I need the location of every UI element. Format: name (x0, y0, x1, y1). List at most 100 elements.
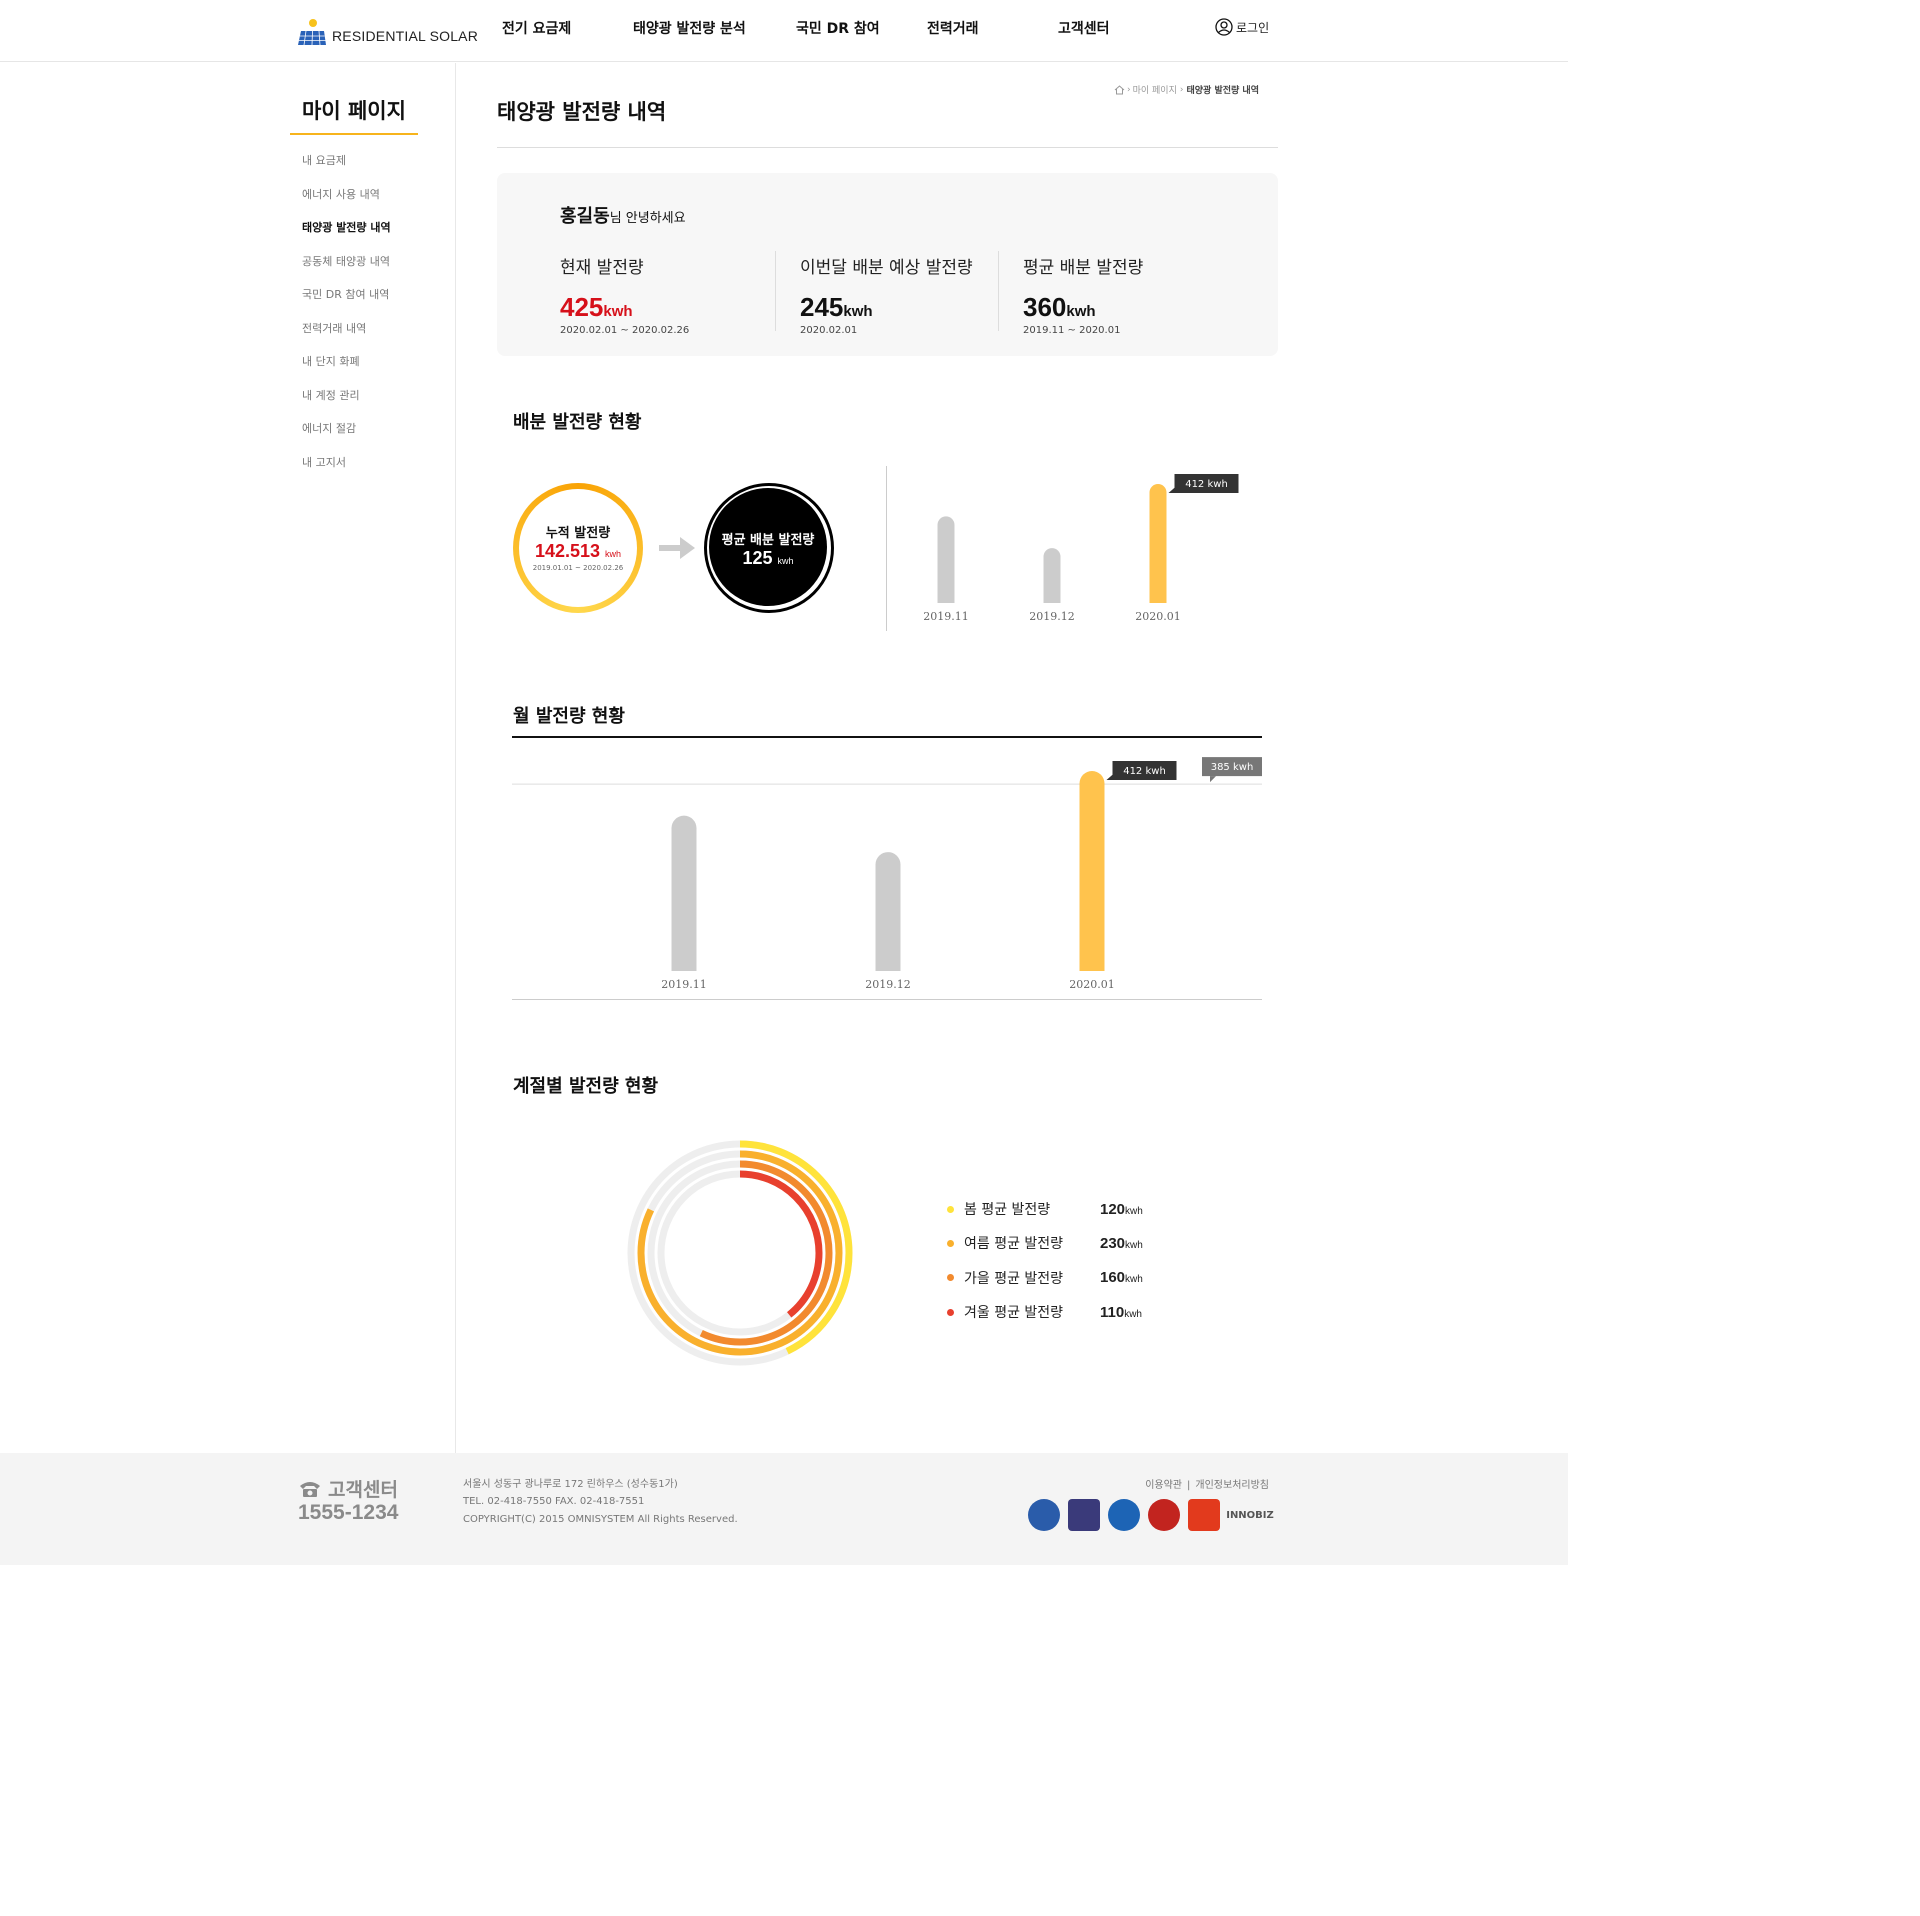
user-name: 홍길동 (560, 206, 610, 227)
chart-divider (886, 466, 887, 631)
cumulative-value: 142.513 kwh (534, 541, 622, 561)
bar-base (1079, 958, 1105, 971)
terms-link[interactable]: 이용약관 (1145, 1480, 1182, 1491)
stat-average: 평균 배분 발전량 360kwh 2019.11 ~ 2020.01 (1023, 253, 1143, 336)
legend-label: 봄 평균 발전량 (964, 1202, 1051, 1219)
cert-logo-1 (1028, 1499, 1060, 1531)
summary-box: 홍길동님 안녕하세요 현재 발전량 425kwh 2020.02.01 ~ 20… (497, 173, 1278, 356)
data-label: 412 kwh (1123, 766, 1166, 777)
legend-dot (947, 1308, 954, 1316)
bar (1149, 484, 1167, 603)
legend-dot (947, 1239, 954, 1247)
privacy-link[interactable]: 개인정보처리방침 (1195, 1480, 1269, 1491)
legend-label: 여름 평균 발전량 (964, 1236, 1064, 1253)
user-icon (1215, 18, 1233, 36)
bar (1079, 771, 1105, 971)
cert-logo-4 (1148, 1499, 1180, 1531)
bar (875, 852, 901, 971)
average-circle: 평균 배분 발전량 125 kwh (704, 483, 834, 613)
chart-baseline (512, 999, 1262, 1000)
cert-logos: INNOBIZ (1028, 1499, 1274, 1531)
average-value: 125 kwh (742, 548, 794, 568)
tick-label: 2019.11 (661, 978, 707, 991)
bar-base (875, 958, 901, 971)
legend-dot (947, 1205, 954, 1213)
legend-item-spring: 봄 평균 발전량 120kwh (947, 1192, 1143, 1226)
legend-value: 160kwh (1100, 1269, 1143, 1287)
sidebar-title-underline (290, 133, 418, 135)
tick-label: 2019.12 (865, 978, 911, 991)
chart-top-rule (512, 736, 1262, 738)
tooltip-tail (1106, 773, 1115, 780)
nav-solar-analysis[interactable]: 태양광 발전량 분석 (633, 18, 746, 38)
stat-separator (998, 251, 999, 331)
sidebar-item-bill[interactable]: 내 고지서 (302, 454, 391, 488)
company-info: 서울시 성동구 광나루로 172 린하우스 (성수동1가) TEL. 02-41… (463, 1477, 738, 1529)
distribution-bar-chart: 2019.11 2019.12 2020.01 412 kwh (923, 474, 1239, 623)
sidebar-item-rate-plan[interactable]: 내 요금제 (302, 152, 391, 186)
breadcrumb-parent[interactable]: 마이 페이지 (1133, 83, 1177, 96)
stat-label: 평균 배분 발전량 (1023, 258, 1144, 278)
nav-rate-plan[interactable]: 전기 요금제 (502, 18, 571, 38)
section-title-distribution: 배분 발전량 현황 (513, 412, 642, 433)
bar (671, 815, 697, 971)
stat-date: 2020.02.01 ~ 2020.02.26 (560, 325, 690, 336)
legend-item-winter: 겨울 평균 발전량 110kwh (947, 1295, 1143, 1329)
site-footer: 고객센터 1555-1234 서울시 성동구 광나루로 172 린하우스 (성수… (0, 1453, 1568, 1565)
stat-value: 360kwh (1023, 292, 1096, 322)
cert-logo-2 (1068, 1499, 1100, 1531)
cumulative-date: 2019.01.01 ~ 2020.02.26 (532, 564, 624, 572)
tick-label: 2020.01 (1135, 610, 1181, 623)
sidebar-divider (455, 63, 456, 1453)
sidebar-menu: 내 요금제 에너지 사용 내역 태양광 발전량 내역 공동체 태양광 내역 국민… (302, 152, 391, 487)
stat-date: 2020.02.01 (800, 325, 858, 336)
average-label: 평균 배분 발전량 (721, 533, 815, 548)
stat-current: 현재 발전량 425kwh 2020.02.01 ~ 2020.02.26 (560, 253, 689, 336)
reference-tooltip-tail (1210, 776, 1216, 783)
nav-dr-participation[interactable]: 국민 DR 참여 (796, 18, 880, 38)
tick-label: 2019.11 (923, 610, 969, 623)
reference-label: 385 kwh (1211, 762, 1254, 773)
cert-logo-5 (1188, 1499, 1220, 1531)
tick-label: 2019.12 (1029, 610, 1075, 623)
legend-label: 가을 평균 발전량 (964, 1270, 1064, 1287)
sidebar-item-trading-history[interactable]: 전력거래 내역 (302, 320, 391, 354)
monthly-bar-chart: 385 kwh 2019.11 2019.12 2020.01 412 kwh (512, 736, 1262, 1000)
nav-customer-center[interactable]: 고객센터 (1058, 18, 1110, 38)
bar-base (1043, 594, 1061, 603)
site-header: RESIDENTIAL SOLAR 전기 요금제 태양광 발전량 분석 국민 D… (0, 0, 1568, 62)
stat-expected: 이번달 배분 예상 발전량 245kwh 2020.02.01 (800, 253, 973, 336)
seasonal-legend: 봄 평균 발전량 120kwh 여름 평균 발전량 230kwh 가을 평균 발… (947, 1192, 1143, 1329)
sidebar-item-currency[interactable]: 내 단지 화폐 (302, 353, 391, 387)
legend-value: 110kwh (1100, 1303, 1142, 1321)
seasonal-ring-chart (627, 1140, 853, 1366)
tooltip-tail (1168, 486, 1177, 493)
phone-icon (300, 1481, 320, 1497)
login-button[interactable]: 로그인 (1215, 18, 1269, 36)
nav-power-trading[interactable]: 전력거래 (927, 18, 979, 38)
legend-item-summer: 여름 평균 발전량 230kwh (947, 1226, 1143, 1260)
link-separator: | (1187, 1480, 1191, 1491)
sidebar-item-community-solar[interactable]: 공동체 태양광 내역 (302, 253, 391, 287)
main-nav: 전기 요금제 태양광 발전량 분석 국민 DR 참여 전력거래 고객센터 (0, 18, 1568, 42)
sidebar-item-energy-saving[interactable]: 에너지 절감 (302, 420, 391, 454)
sidebar-item-solar-history[interactable]: 태양광 발전량 내역 (302, 219, 391, 253)
greeting-text: 님 안녕하세요 (609, 211, 686, 226)
copyright: COPYRIGHT(C) 2015 OMNISYSTEM All Rights … (463, 1514, 738, 1525)
bar-base (937, 594, 955, 603)
sidebar-item-account[interactable]: 내 계정 관리 (302, 387, 391, 421)
login-label: 로그인 (1236, 20, 1270, 35)
sidebar-item-dr-history[interactable]: 국민 DR 참여 내역 (302, 286, 391, 320)
arrow-right-icon (659, 537, 695, 559)
footer-links: 이용약관 | 개인정보처리방침 (1145, 1476, 1269, 1491)
home-icon[interactable] (1114, 84, 1125, 95)
legend-dot (947, 1274, 954, 1282)
legend-value: 230kwh (1100, 1234, 1143, 1252)
bar-base (1149, 594, 1167, 603)
legend-label: 겨울 평균 발전량 (964, 1305, 1064, 1322)
stat-separator (775, 251, 776, 331)
page-title: 태양광 발전량 내역 (497, 100, 667, 124)
section-title-monthly: 월 발전량 현황 (513, 706, 625, 727)
sidebar-item-energy-usage[interactable]: 에너지 사용 내역 (302, 186, 391, 220)
address: 서울시 성동구 광나루로 172 린하우스 (성수동1가) (463, 1479, 678, 1490)
